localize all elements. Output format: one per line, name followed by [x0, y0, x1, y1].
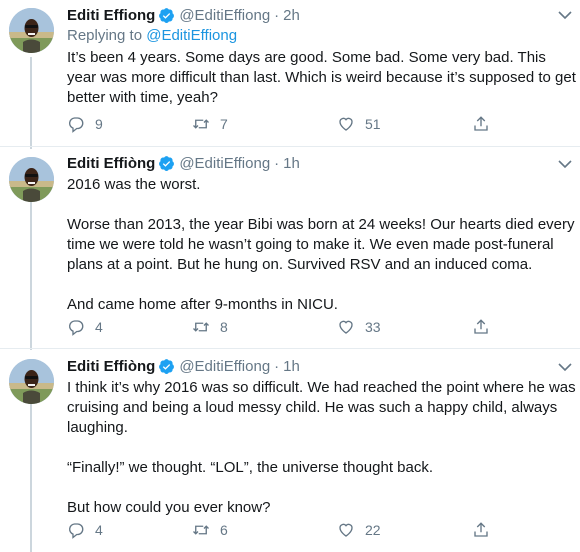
reply-count: 4 [95, 522, 103, 538]
verified-badge-icon [158, 155, 175, 172]
tweet-header: Editi Effiòng @EditiEffiong · 1h [67, 153, 300, 173]
tweet-actions: 4 8 33 [67, 318, 507, 338]
retweet-button[interactable]: 6 [192, 521, 228, 539]
like-button[interactable]: 22 [337, 521, 381, 539]
share-button[interactable] [472, 521, 490, 539]
tweet[interactable]: Editi Effiong @EditiEffiong · 2h Replyin… [0, 0, 580, 146]
tweet-thread: Editi Effiong @EditiEffiong · 2h Replyin… [0, 0, 580, 552]
tweet-paragraph: I think it’s why 2016 was so difficult. … [67, 379, 576, 436]
retweet-button[interactable]: 7 [192, 115, 228, 133]
retweet-icon [192, 115, 210, 133]
like-count: 22 [365, 522, 381, 538]
chevron-down-icon[interactable] [558, 362, 572, 372]
author-handle[interactable]: @EditiEffiong [179, 155, 270, 172]
tweet[interactable]: Editi Effiòng @EditiEffiong · 1h I think… [0, 349, 580, 552]
separator-dot: · [274, 357, 280, 375]
avatar[interactable] [9, 359, 54, 404]
tweet[interactable]: Editi Effiòng @EditiEffiong · 1h 2016 wa… [0, 147, 580, 348]
tweet-paragraph: It’s been 4 years. Some days are good. S… [67, 49, 576, 106]
heart-icon [337, 521, 355, 539]
reply-button[interactable]: 4 [67, 521, 103, 539]
replying-to-mention[interactable]: @EditiEffiong [146, 27, 237, 44]
avatar[interactable] [9, 8, 54, 53]
author-handle[interactable]: @EditiEffiong [179, 7, 270, 24]
chevron-down-icon[interactable] [558, 159, 572, 169]
chevron-down-icon[interactable] [558, 10, 572, 20]
reply-button[interactable]: 9 [67, 115, 103, 133]
separator-dot: · [274, 154, 280, 172]
like-button[interactable]: 51 [337, 115, 381, 133]
tweet-header: Editi Effiong @EditiEffiong · 2h [67, 5, 300, 25]
reply-icon [67, 115, 85, 133]
heart-icon [337, 318, 355, 336]
reply-icon [67, 318, 85, 336]
reply-count: 4 [95, 319, 103, 335]
reply-button[interactable]: 4 [67, 318, 103, 336]
share-button[interactable] [472, 318, 490, 336]
tweet-paragraph: 2016 was the worst. [67, 176, 201, 193]
tweet-text: 2016 was the worst. Worse than 2013, the… [67, 175, 577, 315]
retweet-icon [192, 521, 210, 539]
author-name[interactable]: Editi Effiòng [67, 358, 155, 375]
timestamp[interactable]: 1h [283, 155, 300, 172]
share-icon [472, 318, 490, 336]
tweet-actions: 4 6 22 [67, 521, 507, 541]
timestamp[interactable]: 1h [283, 358, 300, 375]
share-icon [472, 521, 490, 539]
retweet-count: 6 [220, 522, 228, 538]
tweet-text: It’s been 4 years. Some days are good. S… [67, 48, 577, 108]
author-name[interactable]: Editi Effiòng [67, 155, 155, 172]
share-icon [472, 115, 490, 133]
heart-icon [337, 115, 355, 133]
avatar[interactable] [9, 157, 54, 202]
separator-dot: · [274, 6, 280, 24]
tweet-text: I think it’s why 2016 was so difficult. … [67, 378, 577, 518]
like-button[interactable]: 33 [337, 318, 381, 336]
tweet-paragraph: And came home after 9-months in NICU. [67, 296, 338, 313]
like-count: 51 [365, 116, 381, 132]
timestamp[interactable]: 2h [283, 7, 300, 24]
verified-badge-icon [158, 358, 175, 375]
tweet-paragraph: Worse than 2013, the year Bibi was born … [67, 216, 575, 273]
retweet-icon [192, 318, 210, 336]
retweet-count: 7 [220, 116, 228, 132]
author-handle[interactable]: @EditiEffiong [179, 358, 270, 375]
tweet-header: Editi Effiòng @EditiEffiong · 1h [67, 356, 300, 376]
retweet-button[interactable]: 8 [192, 318, 228, 336]
replying-to-line: Replying to @EditiEffiong [67, 27, 237, 44]
retweet-count: 8 [220, 319, 228, 335]
like-count: 33 [365, 319, 381, 335]
author-name[interactable]: Editi Effiong [67, 7, 155, 24]
reply-icon [67, 521, 85, 539]
reply-count: 9 [95, 116, 103, 132]
replying-to-label: Replying to [67, 27, 143, 44]
tweet-paragraph: But how could you ever know? [67, 499, 271, 516]
share-button[interactable] [472, 115, 490, 133]
tweet-actions: 9 7 51 [67, 115, 507, 135]
verified-badge-icon [158, 7, 175, 24]
tweet-paragraph: “Finally!” we thought. “LOL”, the univer… [67, 459, 434, 476]
